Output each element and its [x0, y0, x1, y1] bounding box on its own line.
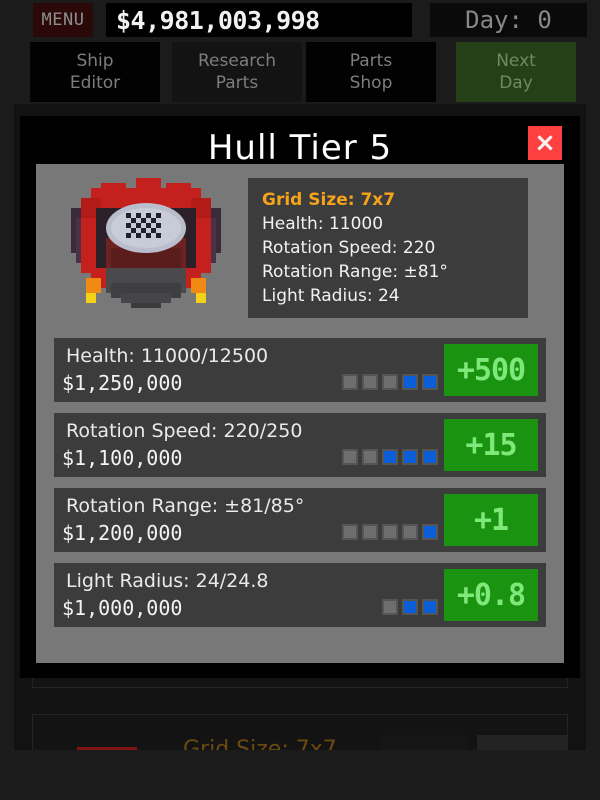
background-stat-grid-size: Grid Size: 7x7	[183, 737, 337, 750]
upgrade-pip-3	[422, 599, 438, 615]
top-bar: MENU $4,981,003,998 Day: 0	[0, 0, 600, 40]
money-display: $4,981,003,998	[106, 3, 412, 37]
background-upgrade-button[interactable]: Upgrade	[477, 735, 567, 750]
upgrade-row-light-radius[interactable]: Light Radius: 24/24.8 $1,000,000 +0.8	[54, 563, 546, 627]
upgrade-pip-2	[402, 599, 418, 615]
money-amount: $4,981,003,998	[116, 5, 320, 35]
tab-research-parts[interactable]: Research Parts	[172, 42, 302, 102]
upgrade-row-rotation-speed-label: Rotation Speed: 220/250	[66, 420, 303, 442]
hull-sprite-thumbnail	[77, 747, 137, 750]
tab-ship-editor-line2: Editor	[69, 73, 121, 93]
tab-research-parts-line1: Research	[198, 51, 276, 71]
upgrade-pip-1	[342, 374, 358, 390]
upgrade-pip-4	[402, 374, 418, 390]
hull-sprite	[71, 178, 221, 308]
upgrade-pip-3	[382, 374, 398, 390]
day-counter: Day: 0	[430, 3, 587, 37]
upgrade-pip-5	[422, 374, 438, 390]
hull-stats-panel: Grid Size: 7x7 Health: 11000 Rotation Sp…	[248, 178, 528, 318]
upgrade-pip-5	[422, 449, 438, 465]
upgrade-pip-4	[402, 449, 418, 465]
tab-next-day-line1: Next	[496, 51, 536, 71]
upgrade-row-rotation-range-pips	[342, 524, 438, 540]
upgrade-pip-1	[382, 599, 398, 615]
upgrade-row-rotation-range-cost: $1,200,000	[62, 521, 183, 545]
upgrade-row-health-pips	[342, 374, 438, 390]
upgrade-pip-3	[382, 524, 398, 540]
upgrade-row-rotation-range-label: Rotation Range: ±81/85°	[66, 495, 305, 517]
background-list-item[interactable]: Grid Size: 7x7 Energy: 575 Health: 11000…	[32, 714, 568, 750]
tab-parts-shop[interactable]: Parts Shop	[306, 42, 436, 102]
tab-ship-editor[interactable]: Ship Editor	[30, 42, 160, 102]
tab-parts-shop-line1: Parts	[349, 51, 393, 71]
upgrade-row-health[interactable]: Health: 11000/12500 $1,250,000 +500	[54, 338, 546, 402]
upgrade-row-health-label: Health: 11000/12500	[66, 345, 269, 367]
hull-upgrade-modal: Hull Tier 5 × Grid Size: 7x7 Health: 110…	[20, 116, 580, 678]
stat-rotation-range: Rotation Range: ±81°	[262, 262, 448, 282]
stat-light-radius: Light Radius: 24	[262, 286, 400, 306]
tab-bar: Ship Editor Research Parts Parts Shop Ne…	[0, 42, 600, 102]
stat-rotation-speed: Rotation Speed: 220	[262, 238, 436, 258]
background-unlock-button[interactable]: UnlockAnd	[381, 735, 467, 750]
upgrade-pip-4	[402, 524, 418, 540]
close-icon[interactable]: ×	[528, 126, 562, 160]
tab-next-day-line2: Day	[499, 73, 533, 93]
upgrade-row-rotation-speed-button[interactable]: +15	[444, 419, 538, 471]
upgrade-pip-2	[362, 374, 378, 390]
upgrade-row-rotation-speed-cost: $1,100,000	[62, 446, 183, 470]
menu-button[interactable]: MENU	[33, 3, 93, 37]
tab-research-parts-line2: Parts	[215, 73, 259, 93]
upgrade-row-health-button[interactable]: +500	[444, 344, 538, 396]
upgrade-pip-1	[342, 449, 358, 465]
tab-ship-editor-line1: Ship	[76, 51, 114, 71]
upgrade-row-health-cost: $1,250,000	[62, 371, 183, 395]
upgrade-row-light-radius-label: Light Radius: 24/24.8	[66, 570, 269, 592]
upgrade-pip-1	[342, 524, 358, 540]
hull-sprite-container	[50, 174, 242, 322]
hull-preview-section: Grid Size: 7x7 Health: 11000 Rotation Sp…	[36, 164, 564, 328]
upgrade-row-rotation-range-button[interactable]: +1	[444, 494, 538, 546]
upgrade-pip-2	[362, 524, 378, 540]
upgrade-pip-3	[382, 449, 398, 465]
upgrade-row-light-radius-button[interactable]: +0.8	[444, 569, 538, 621]
upgrade-row-light-radius-pips	[382, 599, 438, 615]
upgrade-rows: Health: 11000/12500 $1,250,000 +500 Rota…	[36, 338, 564, 638]
modal-body: Grid Size: 7x7 Health: 11000 Rotation Sp…	[36, 164, 564, 663]
app-root: Light Radius: 24.5 Grid Size: 7x7 Energy…	[0, 0, 600, 800]
tab-next-day[interactable]: Next Day	[456, 42, 576, 102]
upgrade-row-rotation-speed-pips	[342, 449, 438, 465]
upgrade-pip-5	[422, 524, 438, 540]
upgrade-row-light-radius-cost: $1,000,000	[62, 596, 183, 620]
upgrade-pip-2	[362, 449, 378, 465]
day-counter-label: Day: 0	[465, 6, 552, 34]
upgrade-row-rotation-speed[interactable]: Rotation Speed: 220/250 $1,100,000 +15	[54, 413, 546, 477]
upgrade-row-rotation-range[interactable]: Rotation Range: ±81/85° $1,200,000 +1	[54, 488, 546, 552]
stat-health: Health: 11000	[262, 214, 384, 234]
stat-grid-size: Grid Size: 7x7	[262, 190, 396, 210]
tab-parts-shop-line2: Shop	[349, 73, 393, 93]
